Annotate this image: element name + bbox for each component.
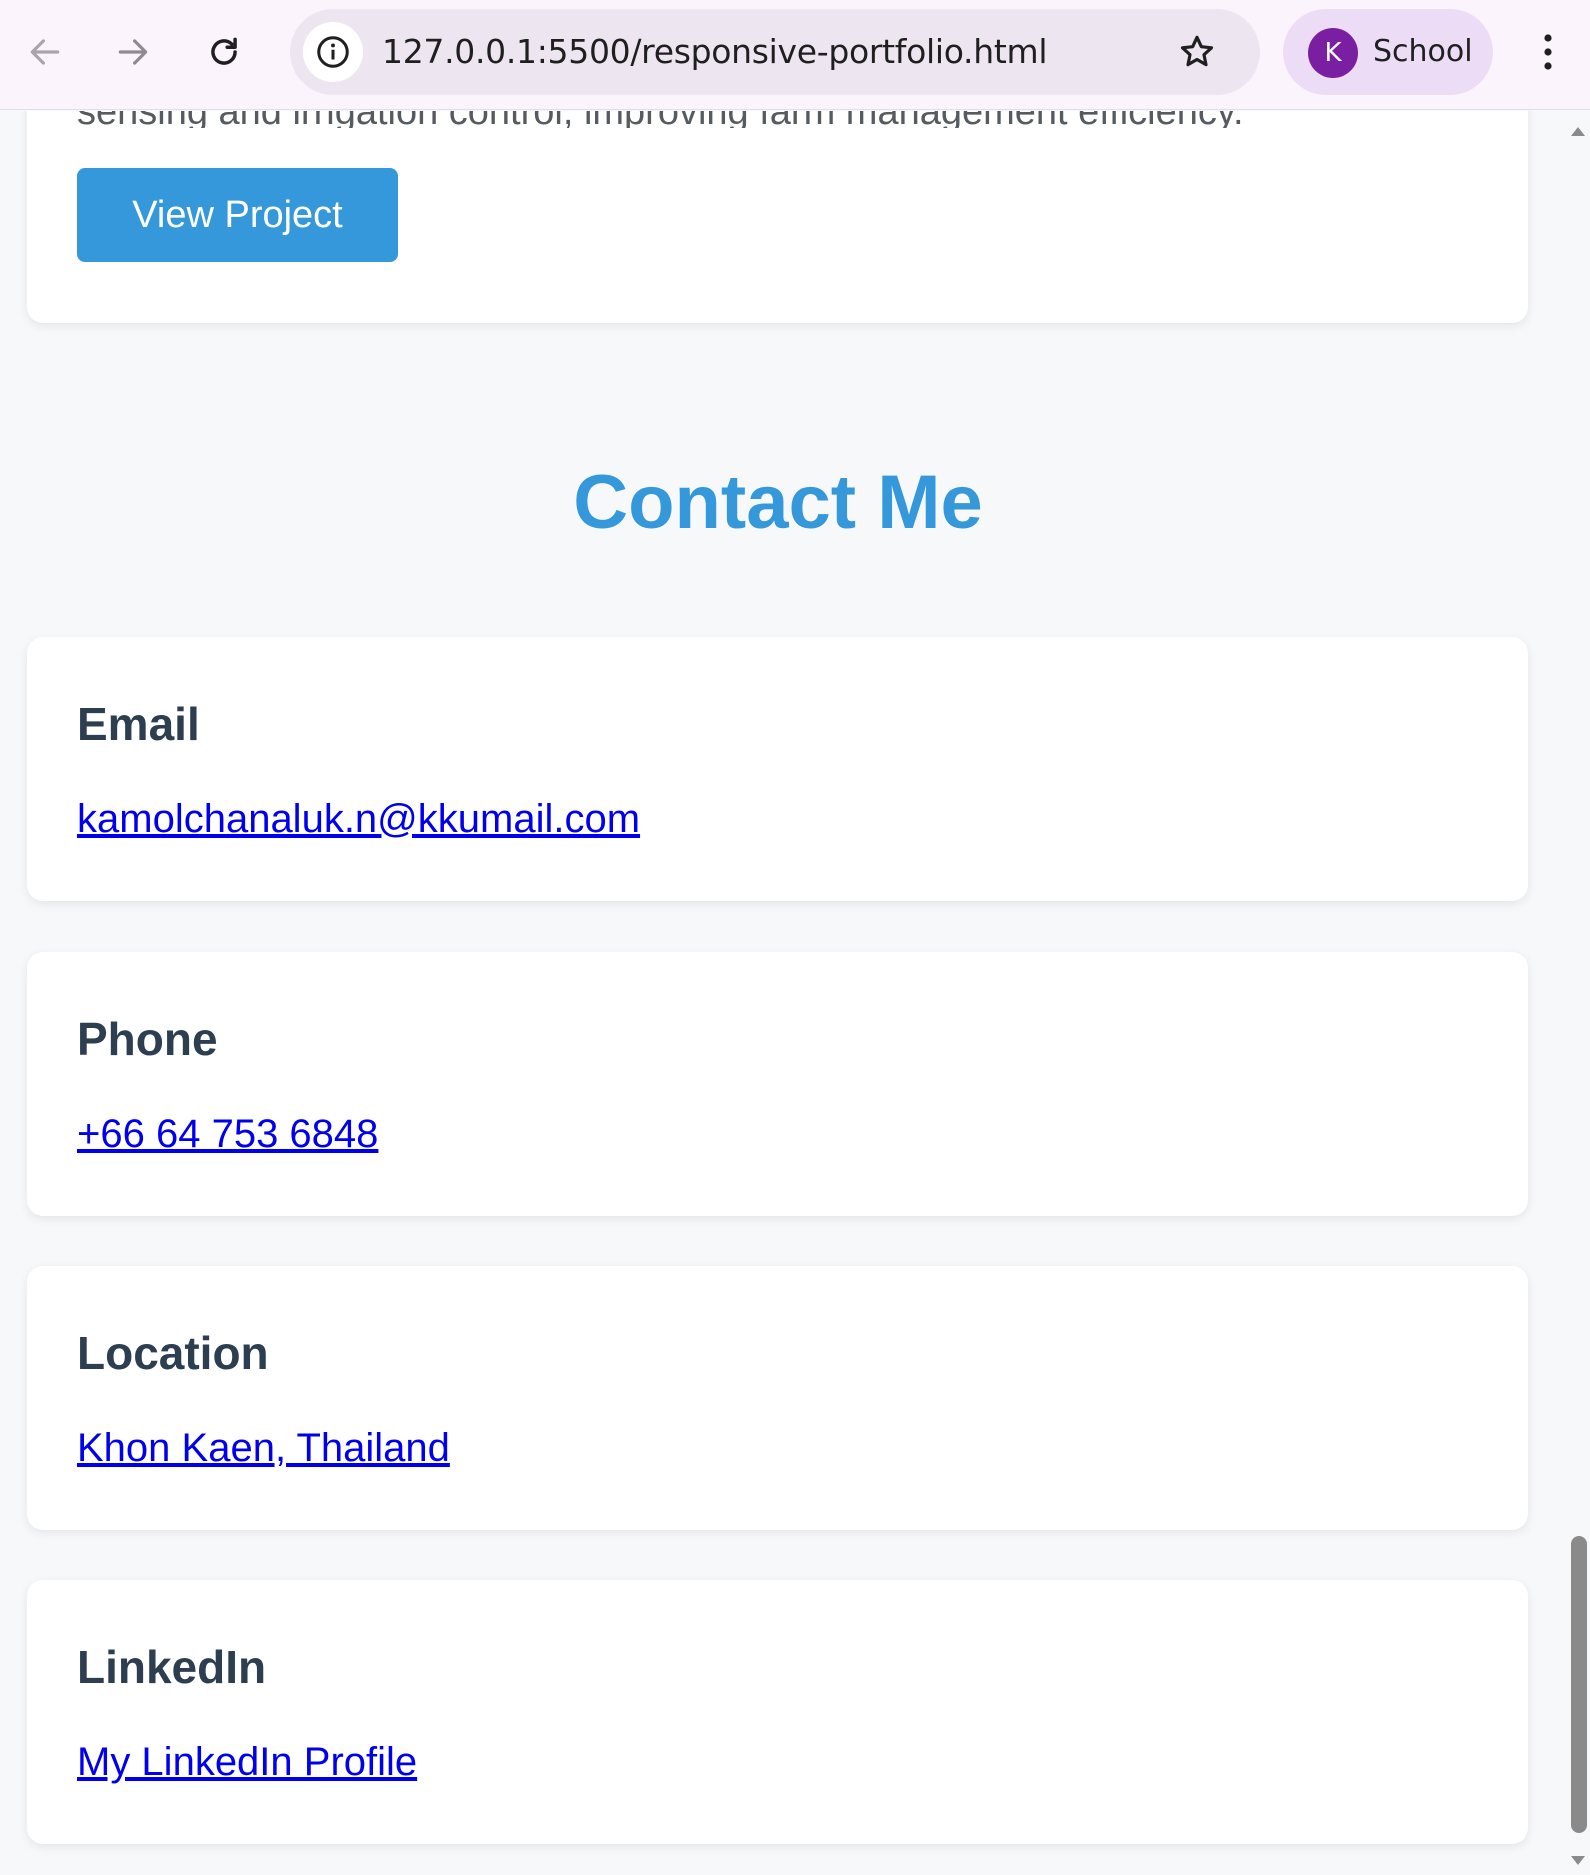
bookmark-button[interactable] xyxy=(1170,25,1224,79)
vertical-scrollbar[interactable] xyxy=(1566,111,1590,1875)
contact-card-email: Email kamolchanaluk.n@kkumail.com xyxy=(27,637,1528,901)
reload-icon xyxy=(211,37,237,65)
back-button[interactable] xyxy=(10,17,80,87)
avatar: K xyxy=(1308,28,1358,78)
project-description: sensing and irrigation control, improvin… xyxy=(77,111,1477,128)
linkedin-link[interactable]: My LinkedIn Profile xyxy=(77,1740,417,1785)
profile-name: School xyxy=(1373,34,1473,69)
scroll-down-arrow-icon[interactable] xyxy=(1571,1856,1585,1865)
browser-toolbar: 127.0.0.1:5500/responsive-portfolio.html… xyxy=(0,0,1590,110)
contact-heading-location: Location xyxy=(77,1327,269,1379)
scrollbar-thumb[interactable] xyxy=(1571,1536,1587,1833)
location-link[interactable]: Khon Kaen, Thailand xyxy=(77,1426,450,1471)
page-viewport: sensing and irrigation control, improvin… xyxy=(0,111,1566,1875)
forward-arrow-icon xyxy=(118,39,148,65)
project-card: sensing and irrigation control, improvin… xyxy=(27,111,1528,323)
view-project-button[interactable]: View Project xyxy=(77,168,398,262)
star-icon xyxy=(1180,35,1214,67)
contact-heading-phone: Phone xyxy=(77,1013,218,1065)
url-text[interactable]: 127.0.0.1:5500/responsive-portfolio.html xyxy=(382,9,1048,95)
email-link[interactable]: kamolchanaluk.n@kkumail.com xyxy=(77,797,640,842)
contact-heading-email: Email xyxy=(77,698,200,750)
forward-button[interactable] xyxy=(98,17,168,87)
contact-card-linkedin: LinkedIn My LinkedIn Profile xyxy=(27,1580,1528,1844)
profile-button[interactable]: K School xyxy=(1283,9,1493,95)
phone-link[interactable]: +66 64 753 6848 xyxy=(77,1112,378,1157)
reload-button[interactable] xyxy=(189,17,259,87)
back-arrow-icon xyxy=(30,39,60,65)
contact-section-title: Contact Me xyxy=(573,460,983,545)
contact-heading-linkedin: LinkedIn xyxy=(77,1641,267,1693)
contact-card-phone: Phone +66 64 753 6848 xyxy=(27,952,1528,1216)
address-bar[interactable]: 127.0.0.1:5500/responsive-portfolio.html xyxy=(290,9,1260,95)
info-icon xyxy=(317,36,349,68)
browser-menu-button[interactable] xyxy=(1520,22,1576,82)
contact-card-location: Location Khon Kaen, Thailand xyxy=(27,1266,1528,1530)
kebab-menu-icon xyxy=(1544,34,1552,70)
site-info-button[interactable] xyxy=(303,22,363,82)
scroll-up-arrow-icon[interactable] xyxy=(1571,127,1585,136)
